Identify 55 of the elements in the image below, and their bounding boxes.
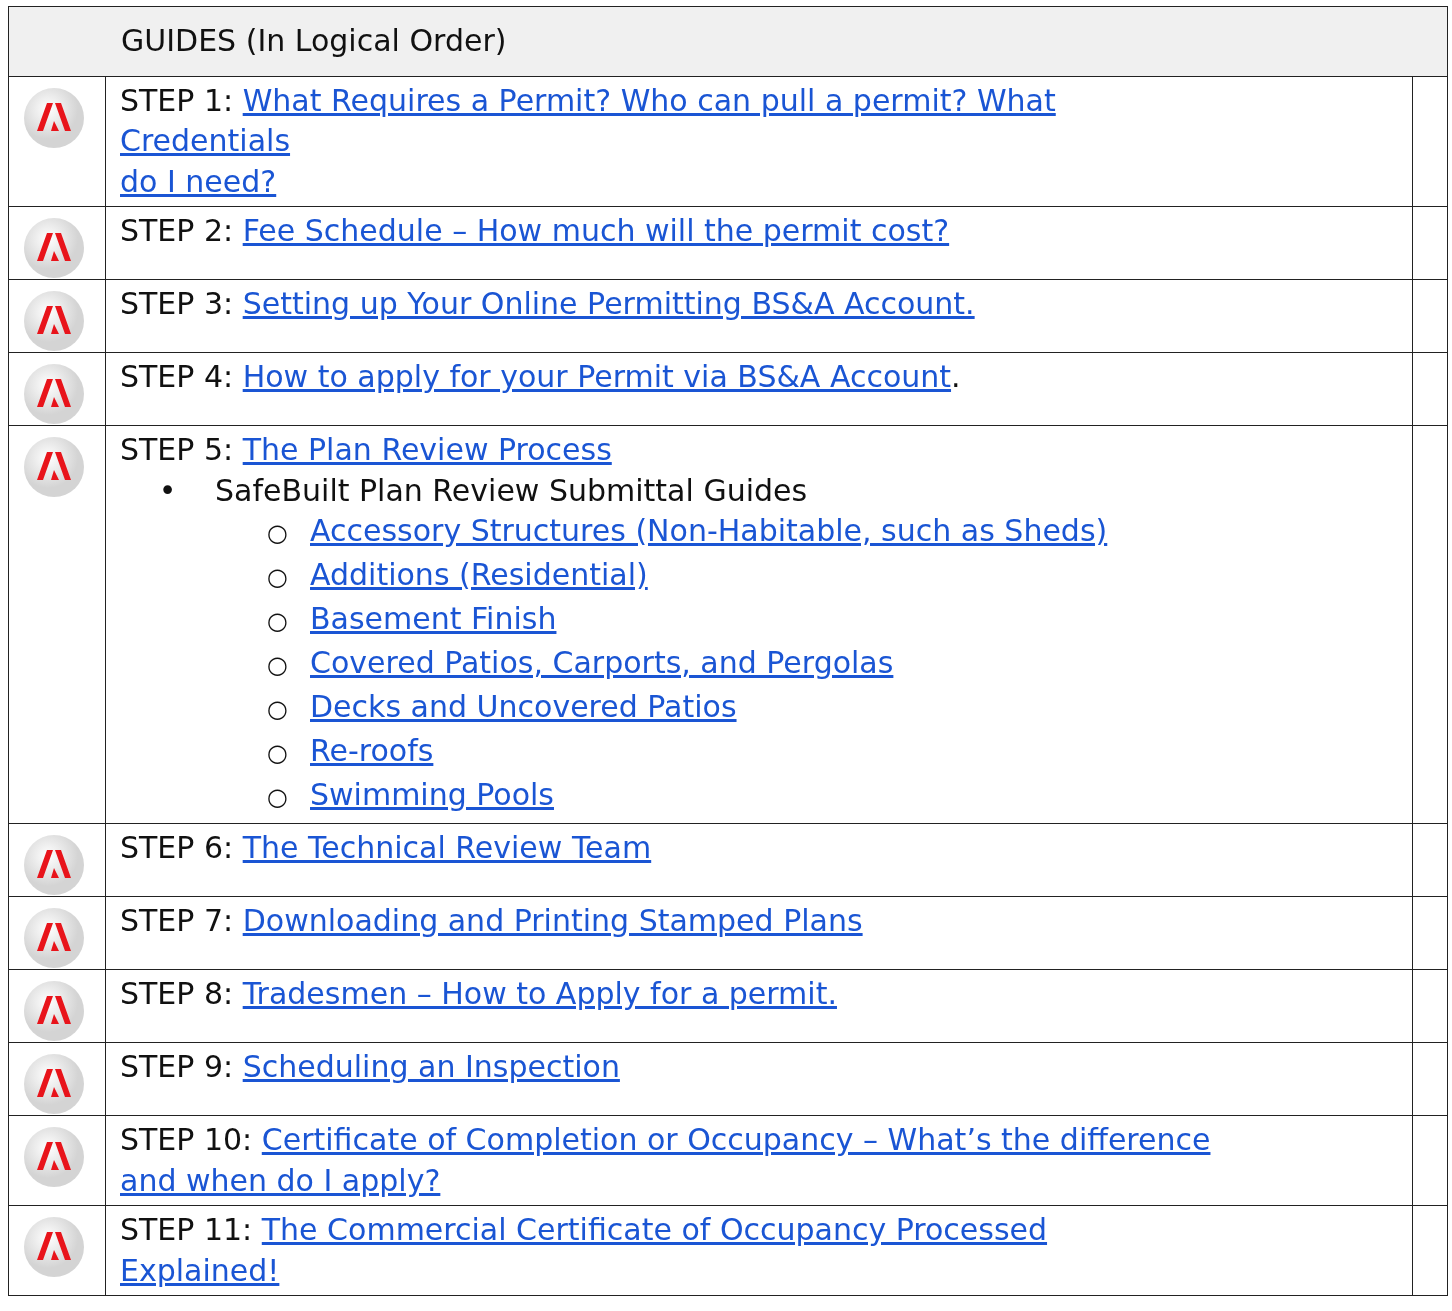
step-label: STEP 3: xyxy=(120,286,235,321)
document-link[interactable]: Fee Schedule – How much will the permit cost? xyxy=(242,213,950,248)
document-link[interactable]: What Requires a Permit? Who can pull a permit? What xyxy=(242,82,1056,118)
document-link[interactable]: Scheduling an Inspection xyxy=(242,1049,620,1084)
bullet-mark: ○ xyxy=(266,562,289,593)
document-link[interactable]: Basement Finish xyxy=(310,599,557,643)
step-label: STEP 1: xyxy=(120,82,235,118)
document-link[interactable]: Accessory Structures (Non-Habitable, such as Sheds) xyxy=(310,511,1108,555)
bullet-mark: ○ xyxy=(266,738,289,769)
step-label: STEP 7: xyxy=(120,903,235,938)
pdf-icon[interactable] xyxy=(23,217,85,279)
step-label: STEP 6: xyxy=(120,830,235,865)
bullet-mark: ○ xyxy=(266,518,289,549)
document-link[interactable]: The Plan Review Process xyxy=(242,432,612,467)
document-link[interactable]: Explained! xyxy=(120,1252,280,1288)
document-link[interactable]: Covered Patios, Carports, and Pergolas xyxy=(310,643,894,687)
pdf-icon[interactable] xyxy=(23,290,85,352)
document-link[interactable]: and when do I apply? xyxy=(120,1162,441,1198)
step-label: STEP 5: xyxy=(120,432,235,467)
document-link[interactable]: Certificate of Completion or Occupancy – What’s the difference xyxy=(261,1122,1211,1157)
list-item-text: SafeBuilt Plan Review Submittal Guides xyxy=(215,471,808,510)
document-link[interactable]: How to apply for your Permit via BS&A Account xyxy=(242,359,952,394)
pdf-icon[interactable] xyxy=(23,86,85,149)
document-link[interactable]: Swimming Pools xyxy=(310,775,554,819)
punctuation: . xyxy=(951,359,961,394)
pdf-icon[interactable] xyxy=(23,1053,85,1115)
step-label: STEP 11: xyxy=(120,1212,254,1247)
pdf-icon[interactable] xyxy=(23,436,85,498)
document-link[interactable]: Additions (Residential) xyxy=(310,555,648,599)
document-link[interactable]: Setting up Your Online Permitting BS&A Account. xyxy=(242,286,975,321)
step-label: STEP 8: xyxy=(120,976,235,1011)
table-header: GUIDES (In Logical Order) xyxy=(8,6,1448,76)
document-link[interactable]: Credentials xyxy=(120,123,291,158)
pdf-icon[interactable] xyxy=(23,907,85,969)
step-label: STEP 2: xyxy=(120,213,235,248)
document-link[interactable]: The Technical Review Team xyxy=(242,830,652,865)
document-link[interactable]: Re-roofs xyxy=(310,731,434,775)
document-link[interactable]: Decks and Uncovered Patios xyxy=(310,687,737,731)
bullet-mark: • xyxy=(157,471,178,510)
step-label: STEP 4: xyxy=(120,359,235,394)
bullet-mark: ○ xyxy=(266,694,289,725)
document-link[interactable]: The Commercial Certificate of Occupancy Processed xyxy=(261,1212,1048,1247)
pdf-icon[interactable] xyxy=(23,834,85,896)
pdf-icon[interactable] xyxy=(23,1126,85,1188)
step-label: STEP 10: xyxy=(120,1122,254,1157)
pdf-icon[interactable] xyxy=(23,980,85,1042)
bullet-mark: ○ xyxy=(266,606,289,637)
pdf-icon[interactable] xyxy=(23,363,85,425)
document-link[interactable]: Tradesmen – How to Apply for a permit. xyxy=(242,976,837,1011)
document-link[interactable]: do I need? xyxy=(120,163,277,199)
bullet-mark: ○ xyxy=(266,650,289,681)
bullet-mark: ○ xyxy=(266,782,289,813)
step-label: STEP 9: xyxy=(120,1049,235,1084)
document-link[interactable]: Downloading and Printing Stamped Plans xyxy=(242,903,863,938)
pdf-icon[interactable] xyxy=(23,1216,85,1278)
